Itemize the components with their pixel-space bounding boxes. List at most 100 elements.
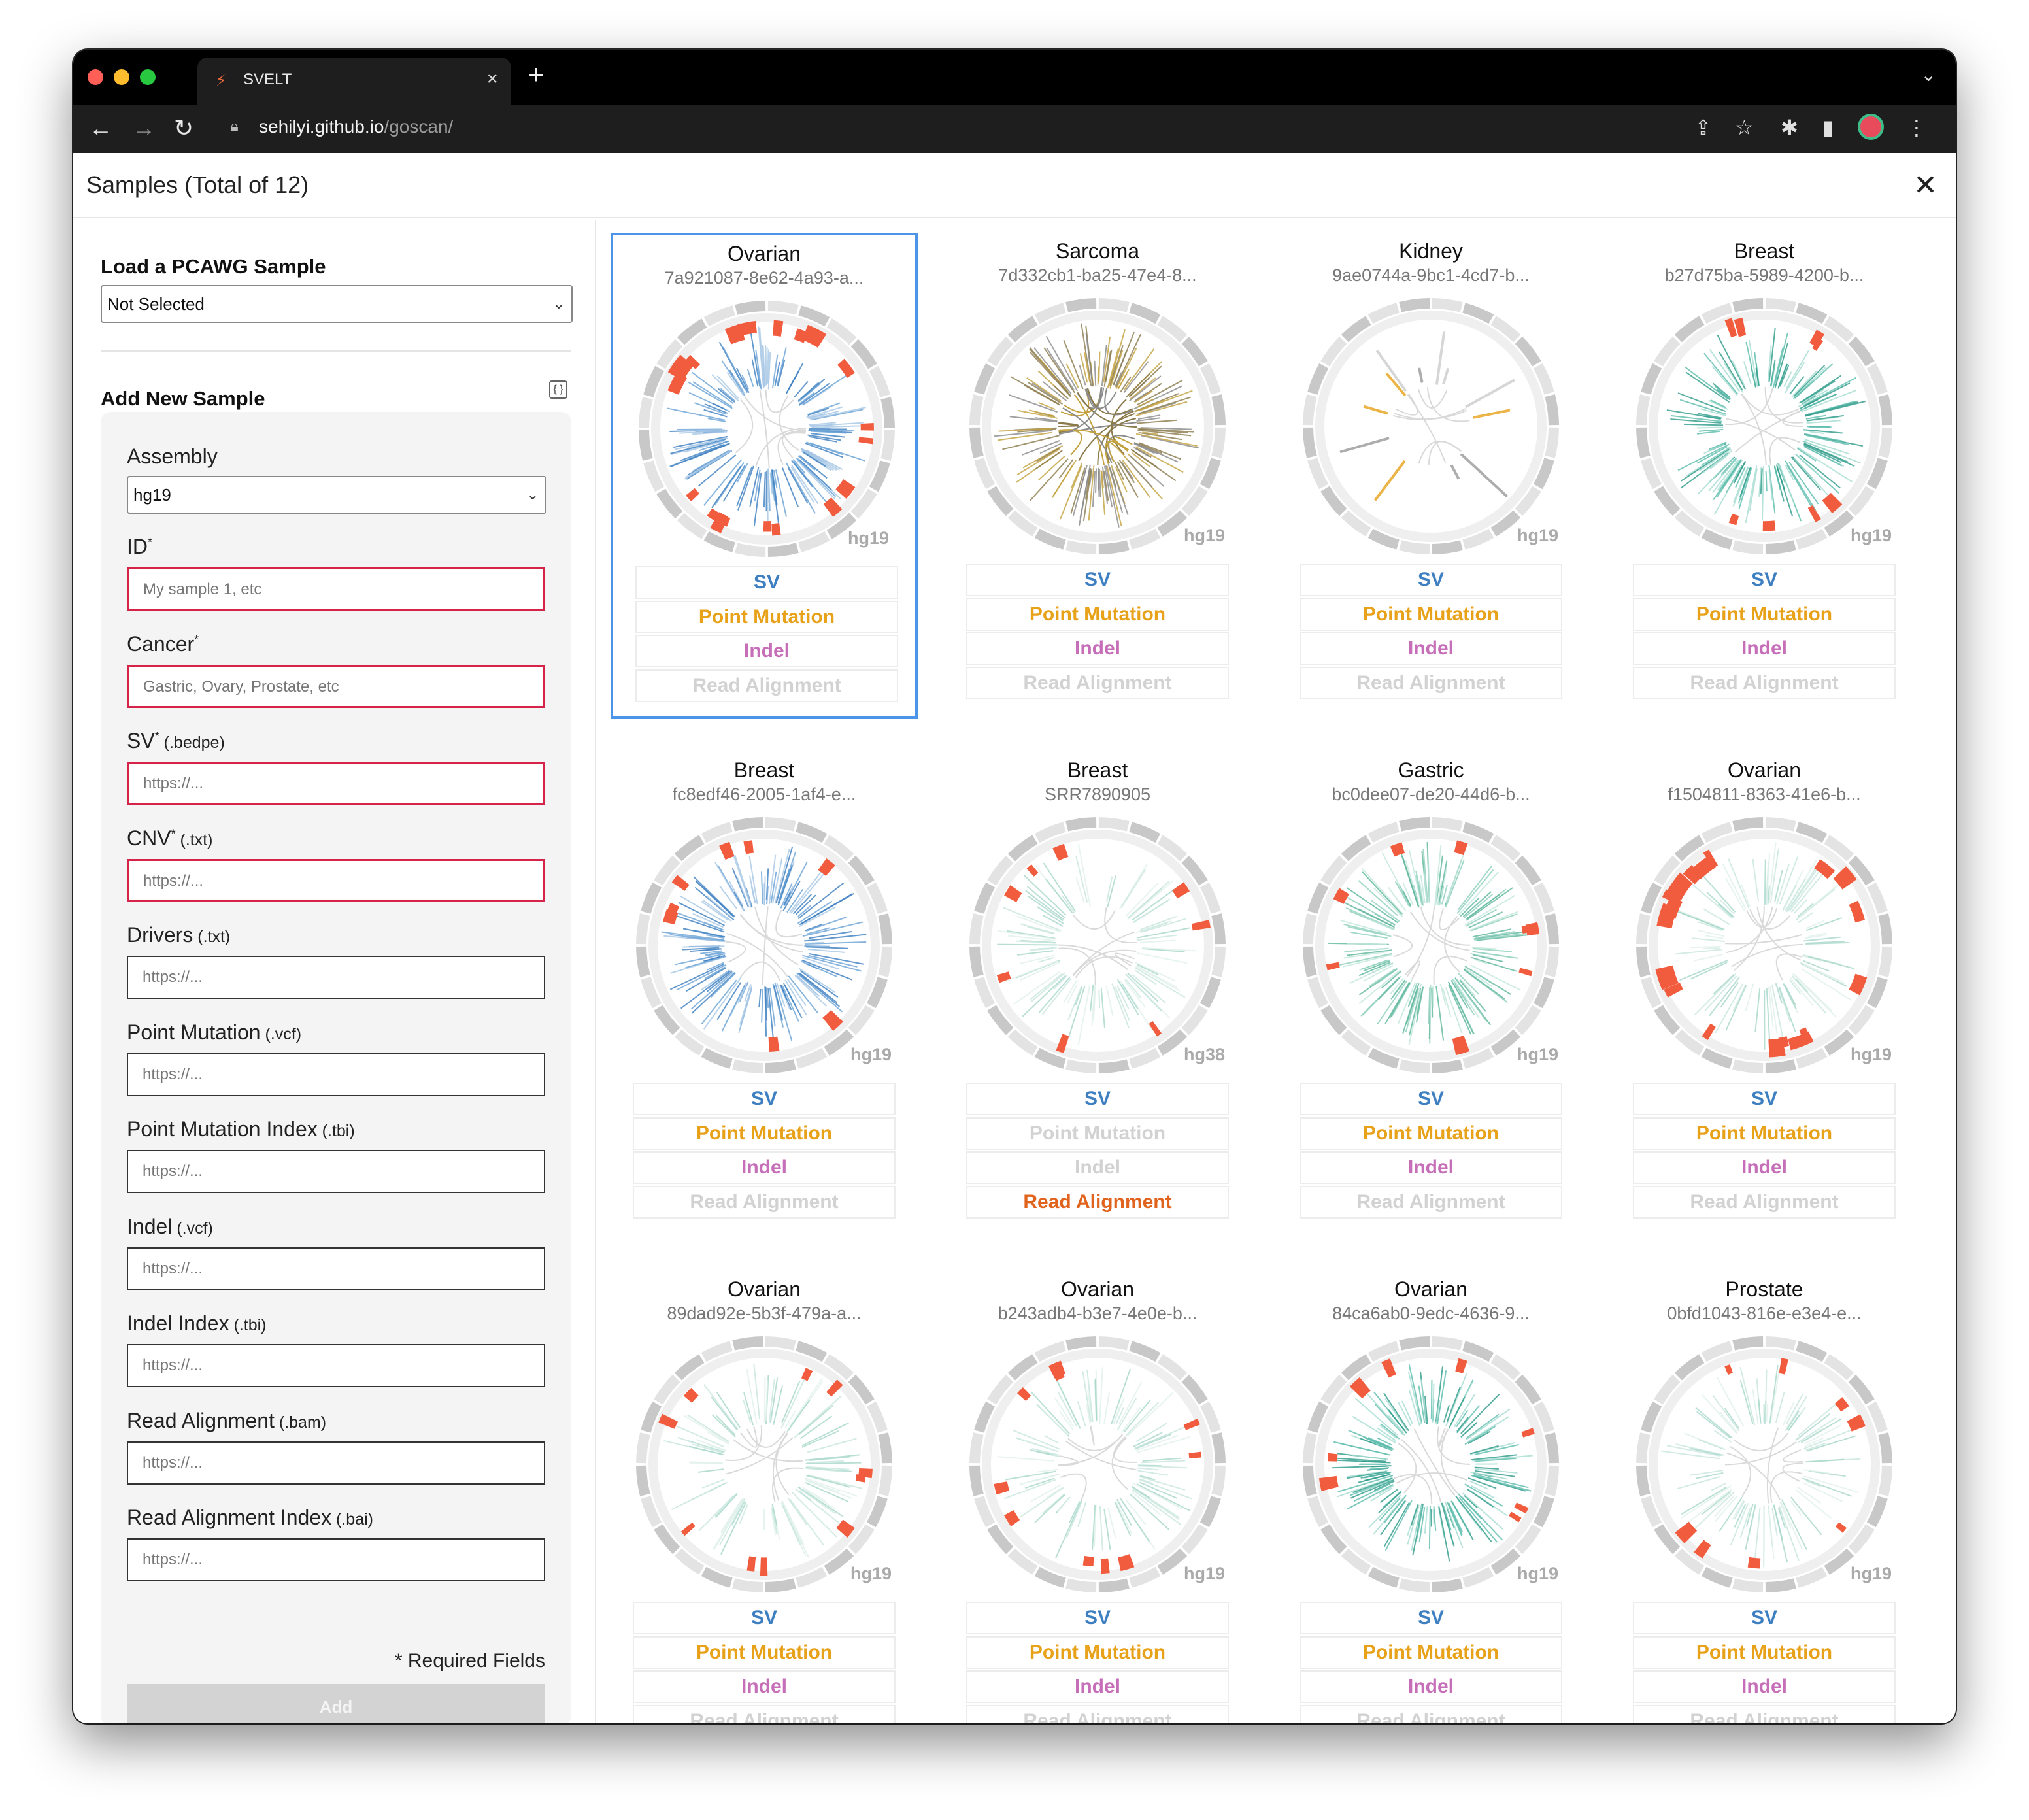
sv-button[interactable]: SV (966, 1602, 1229, 1634)
back-arrow-icon[interactable]: ← (89, 114, 112, 143)
browser-menu-icon[interactable]: ⋮ (1906, 115, 1927, 140)
sv-button[interactable]: SV (633, 1083, 896, 1115)
point-mutation-button[interactable]: Point Mutation (633, 1117, 896, 1150)
read-alignment-button[interactable]: Read Alignment (633, 1704, 896, 1723)
indel-button[interactable]: Indel (1633, 632, 1896, 665)
sv-button[interactable]: SV (966, 564, 1229, 596)
point-mutation-button[interactable]: Point Mutation (1300, 598, 1562, 631)
sv-button[interactable]: SV (1633, 1602, 1896, 1634)
indel-button[interactable]: Indel (1300, 1151, 1562, 1184)
point-mutation-button[interactable]: Point Mutation (1633, 1636, 1896, 1669)
point-mutation-button[interactable]: Point Mutation (1633, 598, 1896, 631)
share-icon[interactable]: ⇪ (1694, 115, 1712, 140)
point-mutation-button[interactable]: Point Mutation (635, 600, 898, 633)
sample-card[interactable]: Prostate 0bfd1043-816e-e3e4-e... hg19 SV Poi… (1611, 1271, 1918, 1723)
text-input[interactable]: https://... (127, 1247, 545, 1290)
sample-card[interactable]: Ovarian 7a921087-8e62-4a93-a... hg19 SV Poin… (611, 233, 918, 719)
sv-button[interactable]: SV (633, 1602, 896, 1634)
reload-icon[interactable]: ↻ (174, 114, 193, 143)
indel-button[interactable]: Indel (966, 1670, 1229, 1703)
text-input[interactable]: My sample 1, etc (127, 567, 545, 611)
sample-card[interactable]: Ovarian 84ca6ab0-9edc-4636-9... hg19 SV Poin… (1277, 1271, 1585, 1723)
sv-button[interactable]: SV (1300, 564, 1562, 596)
sample-card[interactable]: Ovarian f1504811-8363-41e6-b... hg19 SV Poin… (1611, 752, 1918, 1238)
read-alignment-button[interactable]: Read Alignment (635, 669, 898, 702)
text-input[interactable]: https://... (127, 762, 545, 805)
new-tab-icon[interactable]: + (528, 59, 545, 90)
extensions-puzzle-icon[interactable]: ✱ (1781, 115, 1798, 140)
indel-button[interactable]: Indel (633, 1670, 896, 1703)
close-icon[interactable]: ✕ (1913, 169, 1937, 202)
sample-card[interactable]: Breast b27d75ba-5989-4200-b... hg19 SV Point… (1611, 233, 1918, 719)
text-input[interactable]: https://... (127, 1344, 545, 1387)
export-config-icon[interactable]: { } (549, 380, 567, 399)
forward-arrow-icon[interactable]: → (132, 114, 156, 143)
point-mutation-button[interactable]: Point Mutation (1300, 1636, 1562, 1669)
indel-button[interactable]: Indel (635, 635, 898, 667)
required-star: * (148, 535, 153, 549)
indel-button[interactable]: Indel (966, 632, 1229, 665)
add-button[interactable]: Add (127, 1684, 545, 1723)
read-alignment-button[interactable]: Read Alignment (633, 1185, 896, 1219)
sample-card[interactable]: Breast fc8edf46-2005-1af4-e... hg19 SV Point… (611, 752, 918, 1238)
indel-button[interactable]: Indel (1300, 1670, 1562, 1703)
text-input[interactable]: https://... (127, 858, 545, 902)
sv-button[interactable]: SV (1300, 1602, 1562, 1634)
sample-card[interactable]: Ovarian 89dad92e-5b3f-479a-a... hg19 SV Poin… (611, 1271, 918, 1723)
sample-card[interactable]: Breast SRR7890905 hg38 SV Point Mutation Inde… (944, 752, 1251, 1238)
bookmark-star-icon[interactable]: ☆ (1735, 115, 1754, 140)
read-alignment-button[interactable]: Read Alignment (966, 666, 1229, 699)
profile-avatar[interactable] (1858, 114, 1884, 140)
sv-button[interactable]: SV (1633, 564, 1896, 596)
read-alignment-button[interactable]: Read Alignment (1300, 1185, 1562, 1219)
side-panel-icon[interactable]: ▮ (1822, 115, 1834, 140)
text-input[interactable]: Gastric, Ovary, Prostate, etc (127, 664, 545, 708)
sv-button[interactable]: SV (635, 566, 898, 599)
text-input[interactable]: https://... (127, 956, 545, 999)
sample-card[interactable]: Gastric bc0dee07-de20-44d6-b... hg19 SV Poin… (1277, 752, 1585, 1238)
point-mutation-button[interactable]: Point Mutation (966, 1117, 1229, 1150)
indel-button[interactable]: Indel (1633, 1151, 1896, 1184)
assembly-select[interactable]: hg19 ⌄ (127, 476, 546, 514)
sample-card[interactable]: Sarcoma 7d332cb1-ba25-47e4-8... hg19 SV Poin… (944, 233, 1251, 719)
browser-tab[interactable]: ⚡ SVELT × (197, 58, 511, 105)
chromosome-segment (1765, 1059, 1796, 1073)
sv-button[interactable]: SV (1300, 1083, 1562, 1115)
sv-button[interactable]: SV (966, 1083, 1229, 1115)
point-mutation-button[interactable]: Point Mutation (1633, 1117, 1896, 1150)
minimize-window-icon[interactable] (114, 69, 129, 85)
close-window-icon[interactable] (88, 69, 103, 85)
pcawg-sample-select-value: Not Selected (107, 294, 205, 314)
read-alignment-button[interactable]: Read Alignment (1633, 1185, 1896, 1219)
point-mutation-button[interactable]: Point Mutation (633, 1636, 896, 1669)
text-input[interactable]: https://... (127, 1150, 545, 1193)
maximize-window-icon[interactable] (140, 69, 156, 85)
text-input[interactable]: https://... (127, 1441, 545, 1485)
assembly-select-value: hg19 (133, 485, 171, 505)
read-alignment-button[interactable]: Read Alignment (966, 1704, 1229, 1723)
read-alignment-button[interactable]: Read Alignment (1633, 666, 1896, 699)
tab-search-chevron-icon[interactable]: ⌄ (1921, 64, 1936, 86)
pcawg-sample-select[interactable]: Not Selected ⌄ (101, 285, 573, 323)
sv-button[interactable]: SV (1633, 1083, 1896, 1115)
point-mutation-button[interactable]: Point Mutation (966, 598, 1229, 631)
point-mutation-button[interactable]: Point Mutation (966, 1636, 1229, 1669)
sample-card[interactable]: Kidney 9ae0744a-9bc1-4cd7-b... hg19 SV Point… (1277, 233, 1585, 719)
indel-button[interactable]: Indel (1300, 632, 1562, 665)
tab-close-icon[interactable]: × (486, 68, 498, 90)
read-alignment-button[interactable]: Read Alignment (1300, 666, 1562, 699)
indel-button[interactable]: Indel (966, 1151, 1229, 1184)
chromosome-segment (1545, 1465, 1559, 1496)
sample-card[interactable]: Ovarian b243adb4-b3e7-4e0e-b... hg19 SV Poin… (944, 1271, 1251, 1723)
indel-button[interactable]: Indel (1633, 1670, 1896, 1703)
text-input[interactable]: https://... (127, 1538, 545, 1581)
point-mutation-button[interactable]: Point Mutation (1300, 1117, 1562, 1150)
read-alignment-button[interactable]: Read Alignment (1300, 1704, 1562, 1723)
track-ring (982, 830, 1213, 1061)
cnv-block (763, 521, 772, 532)
indel-button[interactable]: Indel (633, 1151, 896, 1184)
text-input[interactable]: https://... (127, 1053, 545, 1096)
read-alignment-button[interactable]: Read Alignment (1633, 1704, 1896, 1723)
address-bar[interactable]: sehilyi.github.io/goscan/ (259, 116, 453, 137)
read-alignment-button[interactable]: Read Alignment (966, 1185, 1229, 1219)
